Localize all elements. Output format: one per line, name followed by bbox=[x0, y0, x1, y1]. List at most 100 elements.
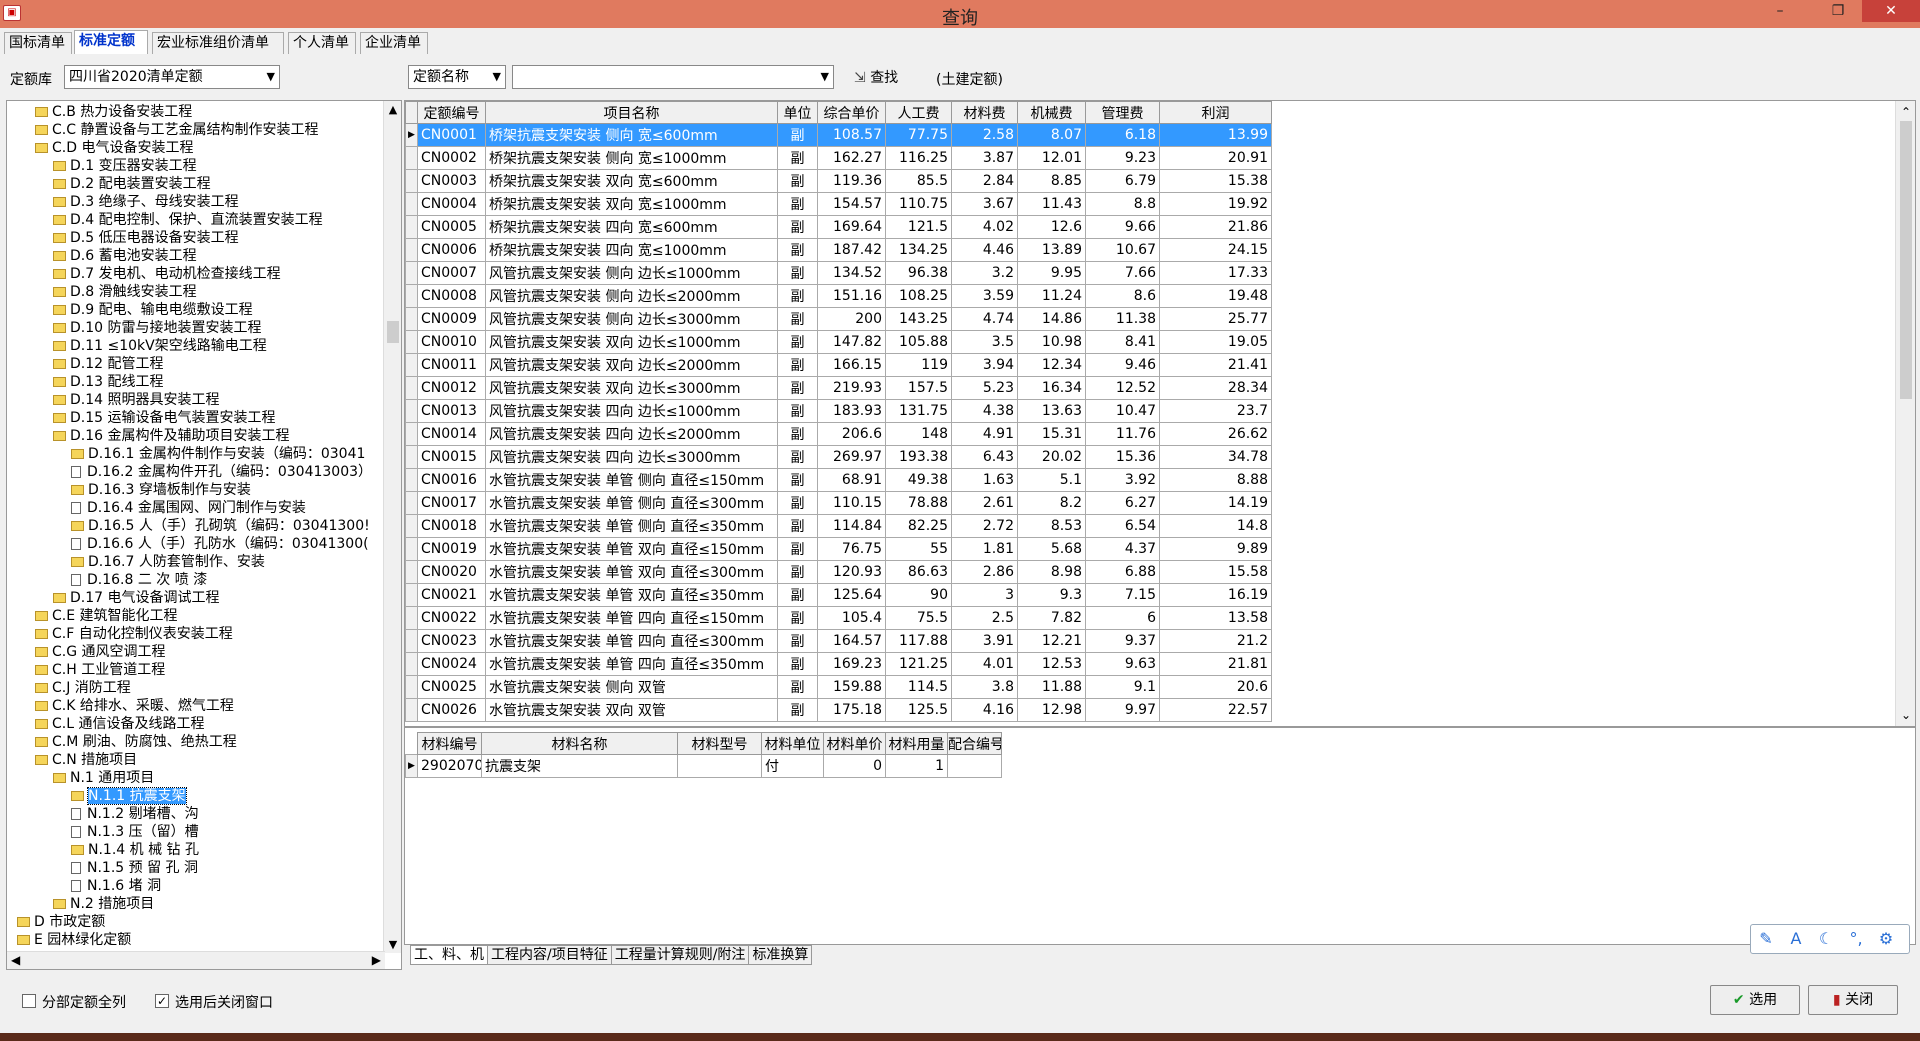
tab-national-list[interactable]: 国标清单 bbox=[4, 32, 72, 54]
tree-node[interactable]: N.1.3 压（留）槽 bbox=[71, 823, 199, 841]
tree-node[interactable]: D.10 防雷与接地装置安装工程 bbox=[53, 319, 262, 337]
tree-node[interactable]: D.16.4 金属围网、网门制作与安装 bbox=[71, 499, 306, 517]
tree-node[interactable]: D.16.2 金属构件开孔（编码：030413003） bbox=[71, 463, 372, 481]
scroll-down-icon[interactable]: ⌄ bbox=[1896, 708, 1915, 722]
table-row[interactable]: CN0021 水管抗震支架安装 单管 双向 直径≤350mm 副 125.64 90 3 9… bbox=[405, 583, 1272, 607]
tree-node[interactable]: C.F 自动化控制仪表安装工程 bbox=[35, 625, 233, 643]
scroll-left-icon[interactable]: ◀ bbox=[11, 953, 20, 967]
tree-node[interactable]: D.9 配电、输电电缆敷设工程 bbox=[53, 301, 253, 319]
tree-node[interactable]: C.H 工业管道工程 bbox=[35, 661, 165, 679]
tree-node[interactable]: N.1.5 预 留 孔 洞 bbox=[71, 859, 198, 877]
table-row[interactable]: CN0009 风管抗震支架安装 侧向 边长≤3000mm 副 200 143.25 4.7… bbox=[405, 307, 1272, 331]
column-header[interactable]: 配合编号 bbox=[947, 732, 1002, 755]
tree-node[interactable]: N.1.4 机 械 钻 孔 bbox=[71, 841, 199, 859]
table-row[interactable]: CN0010 风管抗震支架安装 双向 边长≤1000mm 副 147.82 105.88… bbox=[405, 330, 1272, 354]
table-row[interactable]: CN0003 桥架抗震支架安装 双向 宽≤600mm 副 119.36 85.5 2.84… bbox=[405, 169, 1272, 193]
library-select[interactable]: 四川省2020清单定额 ▼ bbox=[64, 65, 280, 89]
search-input[interactable]: ▼ bbox=[512, 65, 834, 89]
grid-scroll-thumb[interactable] bbox=[1900, 121, 1912, 399]
tab-personal-list[interactable]: 个人清单 bbox=[288, 32, 356, 54]
table-row[interactable]: CN0002 桥架抗震支架安装 侧向 宽≤1000mm 副 162.27 116.25 3… bbox=[405, 146, 1272, 170]
tree-node[interactable]: N.1.2 剔堵槽、沟 bbox=[71, 805, 199, 823]
tree-node[interactable]: C.M 刷油、防腐蚀、绝热工程 bbox=[35, 733, 237, 751]
tree-node[interactable]: D.6 蓄电池安装工程 bbox=[53, 247, 197, 265]
select-button[interactable]: ✔ 选用 bbox=[1710, 985, 1800, 1015]
tree-node[interactable]: D.14 照明器具安装工程 bbox=[53, 391, 220, 409]
column-header[interactable]: 机械费 bbox=[1017, 101, 1086, 124]
close-button[interactable]: ▮ 关闭 bbox=[1808, 985, 1898, 1015]
table-row[interactable]: CN0022 水管抗震支架安装 单管 四向 直径≤150mm 副 105.4 75.5 2… bbox=[405, 606, 1272, 630]
tree-node[interactable]: D.16.5 人（手）孔砌筑（编码：03041300! bbox=[71, 517, 370, 535]
tree-node[interactable]: D.4 配电控制、保护、直流装置安装工程 bbox=[53, 211, 323, 229]
column-header[interactable]: 定额编号 bbox=[417, 101, 486, 124]
tree-node[interactable]: D.16.7 人防套管制作、安装 bbox=[71, 553, 265, 571]
tree-node[interactable]: C.G 通风空调工程 bbox=[35, 643, 166, 661]
scroll-up-icon[interactable]: ▲ bbox=[384, 103, 401, 116]
table-row[interactable]: CN0017 水管抗震支架安装 单管 侧向 直径≤300mm 副 110.15 78.8… bbox=[405, 491, 1272, 515]
column-header[interactable]: 项目名称 bbox=[485, 101, 778, 124]
column-header[interactable]: 材料单价 bbox=[823, 732, 886, 755]
moon-icon[interactable]: ☾ bbox=[1811, 925, 1841, 953]
tree-node[interactable]: D.15 运输设备电气装置安装工程 bbox=[53, 409, 276, 427]
tree-node[interactable]: E 园林绿化定额 bbox=[17, 931, 131, 949]
tree-node[interactable]: C.E 建筑智能化工程 bbox=[35, 607, 178, 625]
table-row[interactable]: CN0025 水管抗震支架安装 侧向 双管副 159.88 114.5 3.8 11.88… bbox=[405, 675, 1272, 699]
grid-vertical-scrollbar[interactable]: ⌃ ⌄ bbox=[1895, 101, 1915, 726]
tree-node[interactable]: D.16.6 人（手）孔防水（编码：03041300( bbox=[71, 535, 369, 553]
scroll-right-icon[interactable]: ▶ bbox=[372, 953, 381, 967]
tree-node[interactable]: D.17 电气设备调试工程 bbox=[53, 589, 220, 607]
column-header[interactable]: 材料编号 bbox=[417, 732, 482, 755]
pen-edit-icon[interactable]: ✎ bbox=[1751, 925, 1781, 953]
tree-node[interactable]: D.16.1 金属构件制作与安装（编码：03041 bbox=[71, 445, 365, 463]
tab-standard-quota[interactable]: 标准定额 bbox=[74, 30, 148, 54]
table-row[interactable]: CN0008 风管抗震支架安装 侧向 边长≤2000mm 副 151.16 108.25… bbox=[405, 284, 1272, 308]
tree-node[interactable]: D.8 滑触线安装工程 bbox=[53, 283, 197, 301]
tree-node[interactable]: D.11 ≤10kV架空线路输电工程 bbox=[53, 337, 267, 355]
tree-vertical-scrollbar[interactable]: ▲ ▼ bbox=[383, 101, 401, 953]
tree-node[interactable]: C.D 电气设备安装工程 bbox=[35, 139, 193, 157]
font-icon[interactable]: A bbox=[1781, 925, 1811, 953]
close-window-button[interactable]: ✕ bbox=[1862, 0, 1920, 22]
tab-standard-conversion[interactable]: 标准换算 bbox=[748, 945, 813, 965]
tree-node[interactable]: C.C 静置设备与工艺金属结构制作安装工程 bbox=[35, 121, 318, 139]
table-row[interactable]: CN0023 水管抗震支架安装 单管 四向 直径≤300mm 副 164.57 117.… bbox=[405, 629, 1272, 653]
table-row[interactable]: CN0012 风管抗震支架安装 双向 边长≤3000mm 副 219.93 157.5 5… bbox=[405, 376, 1272, 400]
table-row[interactable]: CN0019 水管抗震支架安装 单管 双向 直径≤150mm 副 76.75 55 1.8… bbox=[405, 537, 1272, 561]
voice-icon[interactable]: °, bbox=[1841, 925, 1871, 953]
tree-node[interactable]: C.K 给排水、采暖、燃气工程 bbox=[35, 697, 234, 715]
column-header[interactable]: 材料型号 bbox=[677, 732, 762, 755]
table-row[interactable]: CN0011 风管抗震支架安装 双向 边长≤2000mm 副 166.15 119 3.9… bbox=[405, 353, 1272, 377]
table-row[interactable]: ▶ CN0001 桥架抗震支架安装 侧向 宽≤600mm 副 108.57 77.75 2.… bbox=[405, 123, 1272, 147]
tree-node[interactable]: N.1.6 堵 洞 bbox=[71, 877, 161, 895]
tree-scroll-thumb[interactable] bbox=[387, 321, 399, 343]
tree-node[interactable]: D.2 配电装置安装工程 bbox=[53, 175, 211, 193]
tab-enterprise-list[interactable]: 企业清单 bbox=[360, 32, 428, 54]
tree-node[interactable]: N.2 措施项目 bbox=[53, 895, 154, 913]
tree-node[interactable]: D.5 低压电器设备安装工程 bbox=[53, 229, 239, 247]
table-row[interactable]: CN0004 桥架抗震支架安装 双向 宽≤1000mm 副 154.57 110.75 3… bbox=[405, 192, 1272, 216]
maximize-button[interactable]: ❐ bbox=[1818, 0, 1858, 22]
table-row[interactable]: ▶ 2902070 抗震支架 付 0 1 bbox=[405, 754, 1002, 778]
tree-node[interactable]: D.16 金属构件及辅助项目安装工程 bbox=[53, 427, 290, 445]
tree-node[interactable]: D.16.8 二 次 喷 漆 bbox=[71, 571, 207, 589]
column-header[interactable]: 综合单价 bbox=[817, 101, 886, 124]
scroll-down-icon[interactable]: ▼ bbox=[384, 938, 401, 951]
tree-node[interactable]: D.7 发电机、电动机检查接线工程 bbox=[53, 265, 281, 283]
table-row[interactable]: CN0005 桥架抗震支架安装 四向 宽≤600mm 副 169.64 121.5 4.0… bbox=[405, 215, 1272, 239]
table-row[interactable]: CN0014 风管抗震支架安装 四向 边长≤2000mm 副 206.6 148 4.91… bbox=[405, 422, 1272, 446]
tree-node[interactable]: D.3 绝缘子、母线安装工程 bbox=[53, 193, 239, 211]
table-row[interactable]: CN0015 风管抗震支架安装 四向 边长≤3000mm 副 269.97 193.38… bbox=[405, 445, 1272, 469]
minimize-button[interactable]: – bbox=[1760, 0, 1800, 22]
tree-node[interactable]: C.B 热力设备安装工程 bbox=[35, 103, 192, 121]
table-row[interactable]: CN0007 风管抗震支架安装 侧向 边长≤1000mm 副 134.52 96.38 3… bbox=[405, 261, 1272, 285]
tree-node[interactable]: D.12 配管工程 bbox=[53, 355, 164, 373]
tree-horizontal-scrollbar[interactable]: ◀ ▶ bbox=[7, 951, 385, 969]
field-select[interactable]: 定额名称 ▼ bbox=[408, 65, 506, 89]
table-row[interactable]: CN0013 风管抗震支架安装 四向 边长≤1000mm 副 183.93 131.75… bbox=[405, 399, 1272, 423]
column-header[interactable]: 人工费 bbox=[885, 101, 952, 124]
table-row[interactable]: CN0020 水管抗震支架安装 单管 双向 直径≤300mm 副 120.93 86.6… bbox=[405, 560, 1272, 584]
column-header[interactable]: 材料名称 bbox=[481, 732, 678, 755]
tree-node[interactable]: C.N 措施项目 bbox=[35, 751, 137, 769]
tree-node[interactable]: C.J 消防工程 bbox=[35, 679, 131, 697]
tree-node[interactable]: N.1 通用项目 bbox=[53, 769, 154, 787]
